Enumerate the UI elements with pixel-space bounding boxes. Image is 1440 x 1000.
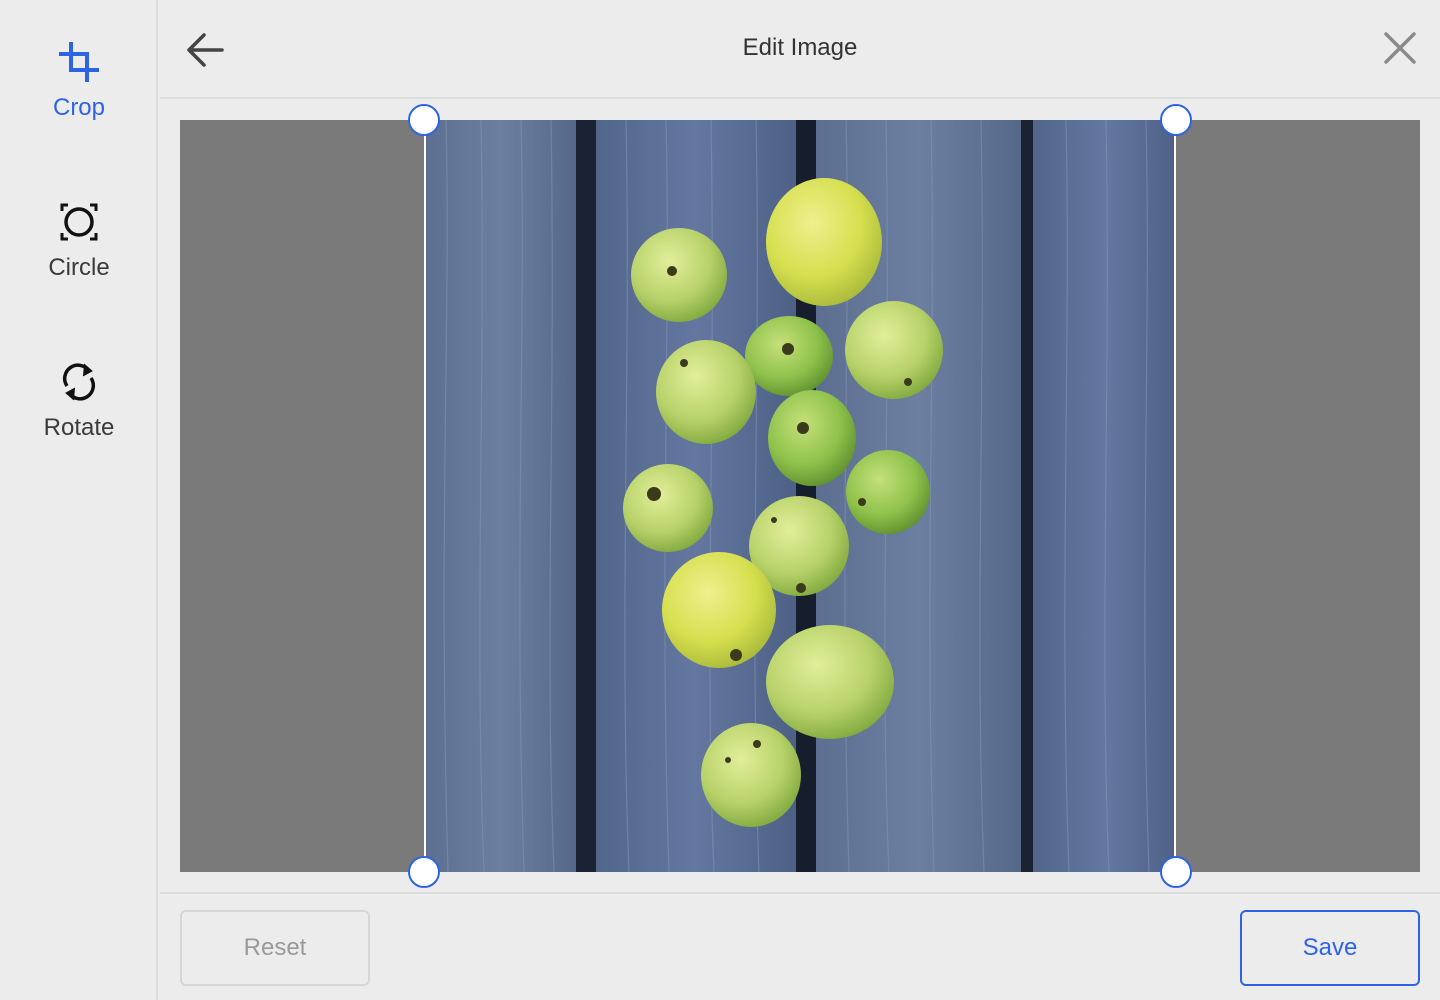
tool-crop[interactable]: Crop [0, 36, 158, 156]
save-button[interactable]: Save [1240, 910, 1420, 986]
crop-handle-bottom-right[interactable] [1160, 856, 1192, 888]
photo-illustration [426, 120, 1174, 872]
close-icon [1384, 32, 1416, 64]
crop-handle-top-right[interactable] [1160, 104, 1192, 136]
tool-rotate[interactable]: Rotate [0, 356, 158, 476]
image-preview[interactable] [424, 120, 1176, 872]
footer-divider [160, 892, 1440, 894]
reset-button[interactable]: Reset [180, 910, 370, 986]
dialog-header: Edit Image [160, 0, 1440, 99]
tool-circle-label: Circle [48, 254, 110, 281]
rotate-icon [55, 356, 103, 408]
crop-handle-top-left[interactable] [408, 104, 440, 136]
circle-icon [55, 196, 103, 248]
tool-crop-label: Crop [52, 94, 106, 121]
crop-icon [55, 36, 103, 88]
tool-sidebar: Crop Circle Rotate [0, 0, 158, 1000]
crop-handle-bottom-left[interactable] [408, 856, 440, 888]
dialog-title: Edit Image [742, 34, 858, 61]
crop-canvas [180, 104, 1420, 888]
close-button[interactable] [1380, 28, 1420, 68]
tool-circle[interactable]: Circle [0, 196, 158, 316]
tool-rotate-label: Rotate [43, 414, 115, 441]
